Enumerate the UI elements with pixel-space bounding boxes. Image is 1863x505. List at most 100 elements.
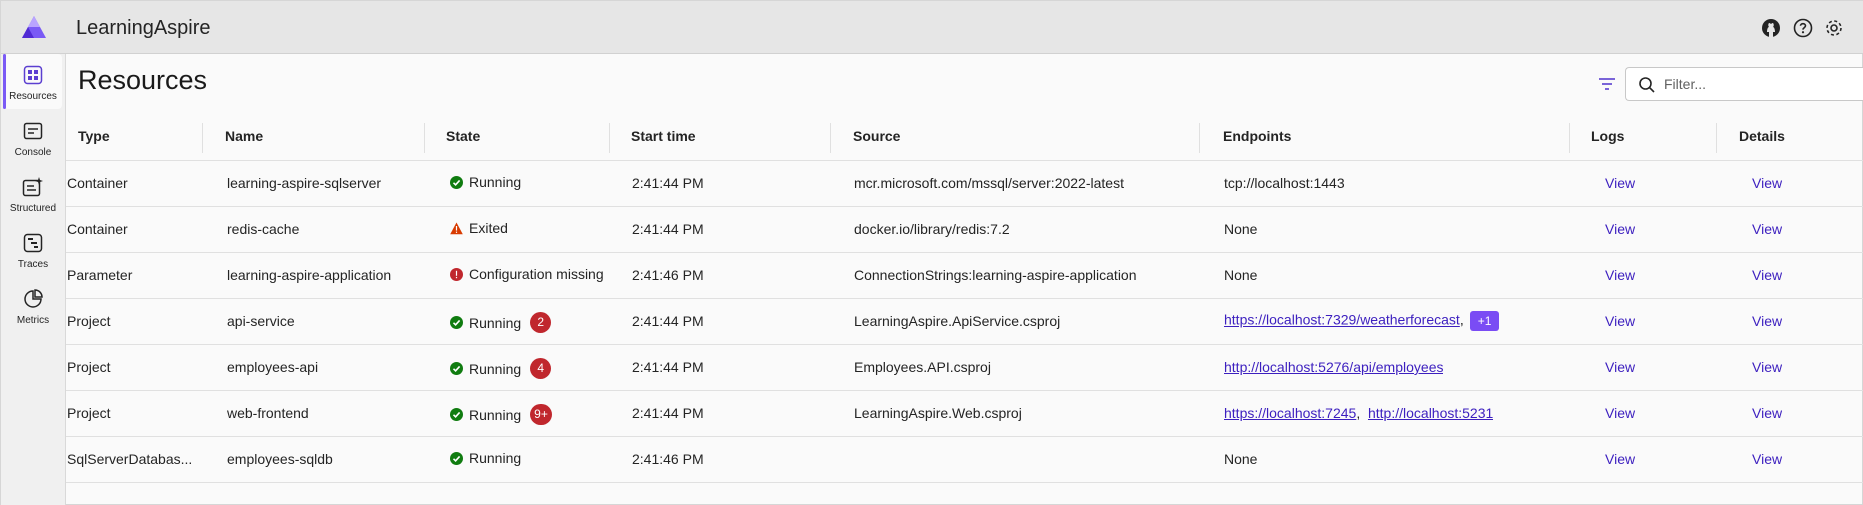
nav-item-metrics[interactable]: Metrics xyxy=(4,278,62,333)
table-row[interactable]: SqlServerDatabas... employees-sqldb Runnin… xyxy=(66,437,1863,483)
cell-state: Running xyxy=(450,450,521,466)
more-endpoints-badge[interactable]: +1 xyxy=(1469,311,1500,331)
cell-state: Exited xyxy=(450,220,508,236)
nav-item-traces[interactable]: Traces xyxy=(4,222,62,277)
view-details-link[interactable]: View xyxy=(1752,359,1782,375)
cell-source: LearningAspire.Web.csproj xyxy=(854,405,1022,421)
view-logs-link[interactable]: View xyxy=(1605,313,1635,329)
cell-endpoints: https://localhost:7329/weatherforecast, +… xyxy=(1224,311,1500,331)
traces-icon xyxy=(21,231,45,255)
nav-label: Traces xyxy=(17,259,49,270)
cell-type: Container xyxy=(67,221,128,237)
cell-state: Running 9+ xyxy=(450,404,552,425)
column-resize-handle[interactable] xyxy=(1716,123,1717,153)
cell-name: learning-aspire-application xyxy=(227,267,392,283)
cell-state: Running xyxy=(450,174,521,190)
nav-label: Structured xyxy=(9,203,57,214)
column-resize-handle[interactable] xyxy=(202,123,203,153)
view-details-link[interactable]: View xyxy=(1752,221,1782,237)
view-logs-link[interactable]: View xyxy=(1605,175,1635,191)
view-logs-link[interactable]: View xyxy=(1605,359,1635,375)
cell-type: Project xyxy=(67,405,111,421)
cell-endpoints: None xyxy=(1224,267,1257,283)
table-header: Type Name State Start time Source Endpoi… xyxy=(66,115,1863,161)
column-header-state[interactable]: State xyxy=(446,128,480,144)
cell-name: web-frontend xyxy=(227,405,309,421)
view-logs-link[interactable]: View xyxy=(1605,267,1635,283)
table-row[interactable]: Container learning-aspire-sqlserver Runnin… xyxy=(66,161,1863,207)
cell-source: docker.io/library/redis:7.2 xyxy=(854,221,1010,237)
cell-type: Container xyxy=(67,175,128,191)
cell-state: Running 2 xyxy=(450,312,552,333)
table-row[interactable]: Container redis-cache Exited 2:41:44 PM dock… xyxy=(66,207,1863,253)
cell-start-time: 2:41:46 PM xyxy=(632,451,704,467)
settings-icon[interactable] xyxy=(1823,17,1845,39)
cell-endpoints: None xyxy=(1224,221,1257,237)
sidebar-nav: Resources Console Structured Traces Metr… xyxy=(1,54,66,505)
cell-endpoints: http://localhost:5276/api/employees xyxy=(1224,359,1443,375)
cell-state: Configuration missing xyxy=(450,266,604,282)
app-title[interactable]: LearningAspire xyxy=(76,17,211,40)
column-resize-handle[interactable] xyxy=(1199,123,1200,153)
column-header-type[interactable]: Type xyxy=(78,128,110,144)
error-count-badge[interactable]: 4 xyxy=(530,358,552,379)
endpoint-text: None xyxy=(1224,221,1258,237)
nav-item-structured[interactable]: Structured xyxy=(4,166,62,221)
search-icon xyxy=(1639,77,1655,93)
error-count-badge[interactable]: 2 xyxy=(530,312,552,333)
endpoint-link[interactable]: http://localhost:5231 xyxy=(1368,405,1493,421)
running-status-icon xyxy=(450,408,463,421)
view-details-link[interactable]: View xyxy=(1752,313,1782,329)
view-logs-link[interactable]: View xyxy=(1605,451,1635,467)
column-header-endpoints[interactable]: Endpoints xyxy=(1223,128,1291,144)
cell-start-time: 2:41:46 PM xyxy=(632,267,704,283)
view-details-link[interactable]: View xyxy=(1752,405,1782,421)
table-row[interactable]: Project web-frontend Running 9+ 2:41:44 PM Le… xyxy=(66,391,1863,437)
console-icon xyxy=(21,119,45,143)
endpoint-text: None xyxy=(1224,451,1258,467)
column-header-start-time[interactable]: Start time xyxy=(631,128,696,144)
table-body: Container learning-aspire-sqlserver Runnin… xyxy=(66,161,1863,483)
table-row[interactable]: Project api-service Running 2 2:41:44 PM Lear… xyxy=(66,299,1863,345)
view-details-link[interactable]: View xyxy=(1752,267,1782,283)
view-details-link[interactable]: View xyxy=(1752,451,1782,467)
column-resize-handle[interactable] xyxy=(609,123,610,153)
cell-source: Employees.API.csproj xyxy=(854,359,991,375)
nav-item-console[interactable]: Console xyxy=(4,110,62,165)
running-status-icon xyxy=(450,362,463,375)
column-resize-handle[interactable] xyxy=(1569,123,1570,153)
endpoint-link[interactable]: https://localhost:7329/weatherforecast xyxy=(1224,312,1460,328)
aspire-logo-icon[interactable] xyxy=(21,15,47,39)
running-status-icon xyxy=(450,175,463,189)
view-details-link[interactable]: View xyxy=(1752,175,1782,191)
state-label: Running xyxy=(469,360,522,377)
github-icon[interactable] xyxy=(1760,17,1782,39)
cell-start-time: 2:41:44 PM xyxy=(632,405,704,421)
warning-icon xyxy=(450,222,463,235)
column-header-details[interactable]: Details xyxy=(1739,128,1785,144)
cell-type: Project xyxy=(67,359,111,375)
column-header-source[interactable]: Source xyxy=(853,128,900,144)
column-header-name[interactable]: Name xyxy=(225,128,263,144)
view-logs-link[interactable]: View xyxy=(1605,405,1635,421)
state-label: Running xyxy=(469,406,522,423)
cell-endpoints: tcp://localhost:1443 xyxy=(1224,175,1345,191)
search-input[interactable] xyxy=(1664,73,1854,95)
nav-label: Resources xyxy=(9,91,57,102)
column-header-logs[interactable]: Logs xyxy=(1591,128,1624,144)
endpoint-link[interactable]: https://localhost:7245 xyxy=(1224,405,1356,421)
filter-options-button[interactable] xyxy=(1595,72,1619,96)
column-resize-handle[interactable] xyxy=(830,123,831,153)
table-row[interactable]: Project employees-api Running 4 2:41:44 PM Em… xyxy=(66,345,1863,391)
endpoint-link[interactable]: http://localhost:5276/api/employees xyxy=(1224,359,1443,375)
table-row[interactable]: Parameter learning-aspire-application Conf… xyxy=(66,253,1863,299)
view-logs-link[interactable]: View xyxy=(1605,221,1635,237)
cell-type: SqlServerDatabas... xyxy=(67,451,192,467)
nav-item-resources[interactable]: Resources xyxy=(3,54,62,109)
cell-type: Project xyxy=(67,313,111,329)
help-icon[interactable] xyxy=(1792,17,1814,39)
error-count-badge[interactable]: 9+ xyxy=(530,404,552,425)
metrics-icon xyxy=(21,287,45,311)
column-resize-handle[interactable] xyxy=(424,123,425,153)
app-header: LearningAspire xyxy=(1,1,1863,54)
